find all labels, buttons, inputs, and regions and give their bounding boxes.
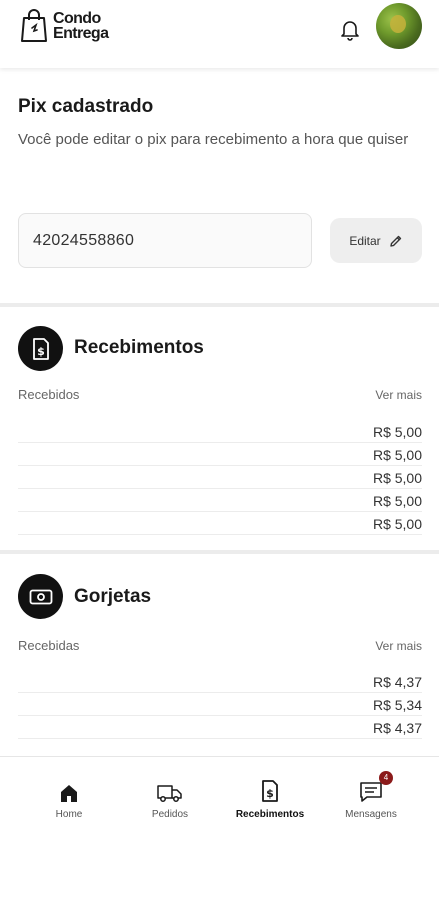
- pix-subtitle: Você pode editar o pix para recebimento …: [18, 131, 409, 148]
- nav-item-recebimentos[interactable]: $ Recebimentos: [220, 777, 320, 820]
- logo-text-line2: Entrega: [53, 25, 109, 42]
- list-item: R$ 4,37: [18, 670, 422, 693]
- nav-item-pedidos[interactable]: Pedidos: [120, 777, 220, 820]
- avatar[interactable]: [376, 3, 422, 49]
- list-item: R$ 5,34: [18, 693, 422, 716]
- nav-label: Home: [55, 809, 83, 820]
- edit-pix-button[interactable]: Editar: [330, 218, 422, 263]
- nav-item-home[interactable]: Home: [19, 777, 119, 820]
- recebimentos-title: Recebimentos: [74, 337, 204, 358]
- list-item: R$ 5,00: [18, 420, 422, 443]
- message-icon: [360, 782, 382, 802]
- list-item: R$ 4,37: [18, 716, 422, 739]
- svg-text:$: $: [266, 787, 274, 800]
- list-item: R$ 5,00: [18, 489, 422, 512]
- pix-key-field[interactable]: 42024558860: [18, 213, 312, 268]
- nav-item-mensagens[interactable]: 4 Mensagens: [321, 771, 421, 820]
- recebidas-label: Recebidas: [18, 638, 80, 653]
- edit-pix-button-label: Editar: [349, 233, 381, 248]
- nav-label: Mensagens: [345, 809, 397, 820]
- svg-text:$: $: [37, 345, 45, 358]
- unread-badge: 4: [379, 771, 393, 785]
- nav-label: Pedidos: [151, 809, 189, 820]
- shopping-bag-icon: [21, 9, 47, 42]
- list-item: R$ 5,00: [18, 512, 422, 535]
- gorjetas-list: R$ 4,37 R$ 5,34 R$ 4,37: [18, 670, 422, 739]
- recebimentos-list: R$ 5,00 R$ 5,00 R$ 5,00 R$ 5,00 R$ 5,00: [18, 420, 422, 535]
- logo-text-line1: Condo: [53, 10, 101, 27]
- condo-entrega-logo[interactable]: Condo Entrega: [18, 8, 109, 44]
- pix-title: Pix cadastrado: [18, 96, 154, 117]
- bottom-navigation: Home Pedidos $ Recebimentos 4 Mensagens: [0, 756, 439, 900]
- receipt-circle-icon: $: [18, 326, 63, 371]
- cash-circle-icon: [18, 574, 63, 619]
- recebimentos-ver-mais-link[interactable]: Ver mais: [375, 388, 422, 402]
- gorjetas-title: Gorjetas: [74, 586, 152, 607]
- section-divider: [0, 303, 439, 307]
- list-item: R$ 5,00: [18, 443, 422, 466]
- receipt-icon: $: [262, 780, 278, 802]
- home-icon: [61, 785, 77, 802]
- recebidos-label: Recebidos: [18, 387, 80, 402]
- truck-icon: [157, 785, 182, 802]
- gorjetas-ver-mais-link[interactable]: Ver mais: [375, 639, 422, 653]
- app-header: Condo Entrega: [0, 0, 439, 68]
- list-item: R$ 5,00: [18, 466, 422, 489]
- section-divider: [0, 550, 439, 554]
- pencil-icon: [389, 235, 401, 247]
- nav-label: Recebimentos: [235, 809, 305, 820]
- bell-icon[interactable]: [340, 19, 360, 41]
